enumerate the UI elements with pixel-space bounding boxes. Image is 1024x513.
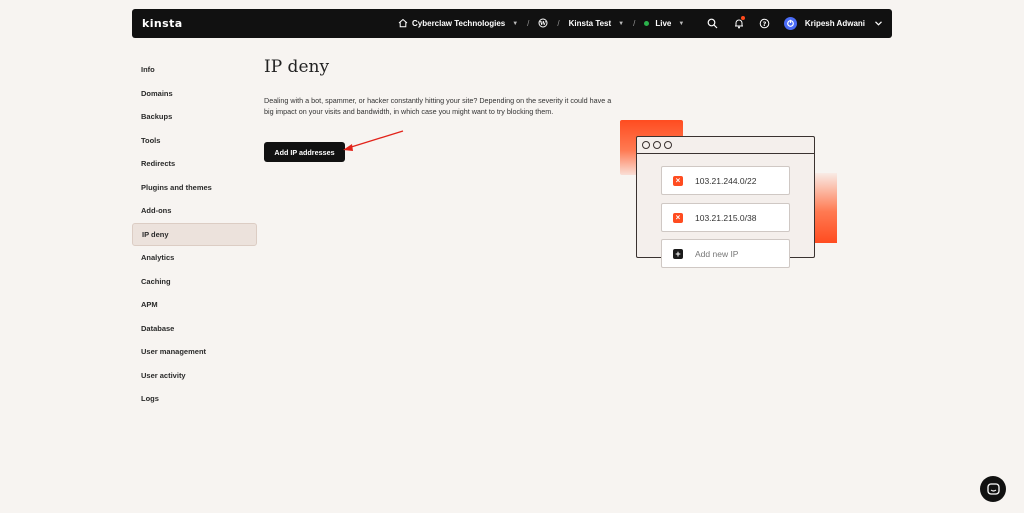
window-dot-icon xyxy=(653,141,661,149)
sidebar-item-user-activity[interactable]: User activity xyxy=(132,364,257,388)
svg-text:?: ? xyxy=(763,20,767,28)
chat-icon xyxy=(986,482,1000,495)
user-name[interactable]: Kripesh Adwani xyxy=(805,19,865,28)
sidebar-item-redirects[interactable]: Redirects xyxy=(132,152,257,176)
close-icon: × xyxy=(673,175,683,186)
sidebar-item-info[interactable]: Info xyxy=(132,58,257,82)
window-dot-icon xyxy=(642,141,650,149)
company-name: Cyberclaw Technologies xyxy=(412,19,506,28)
decorative-gradient-block xyxy=(813,173,837,243)
sidebar-item-plugins-and-themes[interactable]: Plugins and themes xyxy=(132,176,257,200)
sidebar-item-domains[interactable]: Domains xyxy=(132,82,257,106)
breadcrumb-separator: / xyxy=(557,19,560,28)
sidebar-item-analytics[interactable]: Analytics xyxy=(132,246,257,270)
sidebar: Info Domains Backups Tools Redirects Plu… xyxy=(132,58,257,411)
breadcrumb-separator: / xyxy=(633,19,636,28)
wordpress-button[interactable]: W xyxy=(538,18,548,30)
breadcrumb-separator: / xyxy=(527,19,530,28)
chevron-down-icon[interactable] xyxy=(875,19,882,28)
top-navigation-bar: kinsta Cyberclaw Technologies ▼ / W / Ki… xyxy=(132,9,892,38)
illustration-ip-row: × 103.21.215.0/38 xyxy=(661,203,790,232)
live-status-dot xyxy=(644,21,650,26)
site-selector[interactable]: Kinsta Test ▼ xyxy=(569,19,624,28)
wordpress-icon: W xyxy=(538,18,548,30)
chat-support-button[interactable] xyxy=(980,476,1006,502)
chevron-down-icon: ▼ xyxy=(512,20,519,27)
sidebar-item-add-ons[interactable]: Add-ons xyxy=(132,199,257,223)
sidebar-item-database[interactable]: Database xyxy=(132,317,257,341)
red-arrow-annotation xyxy=(343,130,404,151)
sidebar-item-backups[interactable]: Backups xyxy=(132,105,257,129)
breadcrumb: Cyberclaw Technologies ▼ / W / Kinsta Te… xyxy=(398,9,684,38)
window-dot-icon xyxy=(664,141,672,149)
notification-dot xyxy=(740,16,745,20)
illustration-ip-row: × 103.21.244.0/22 xyxy=(661,166,790,195)
page-description: Dealing with a bot, spammer, or hacker c… xyxy=(264,96,612,116)
sidebar-item-ip-deny[interactable]: IP deny xyxy=(132,222,257,246)
illustration-add-new-row: + Add new IP xyxy=(661,239,790,268)
site-name: Kinsta Test xyxy=(568,19,612,28)
environment-name: Live xyxy=(655,19,672,28)
page-title: IP deny xyxy=(264,57,330,77)
svg-text:W: W xyxy=(539,21,547,27)
kinsta-logo[interactable]: kinsta xyxy=(142,17,183,30)
environment-selector[interactable]: Live ▼ xyxy=(644,19,684,28)
illustration-add-new-text: Add new IP xyxy=(695,248,739,259)
bell-icon[interactable] xyxy=(726,16,752,29)
sidebar-item-logs[interactable]: Logs xyxy=(132,387,257,411)
window-titlebar xyxy=(637,137,814,154)
company-selector[interactable]: Cyberclaw Technologies ▼ xyxy=(398,18,518,30)
search-icon[interactable] xyxy=(700,18,726,29)
sidebar-item-tools[interactable]: Tools xyxy=(132,129,257,153)
help-icon[interactable]: ? xyxy=(752,18,778,29)
ip-deny-illustration: × 103.21.244.0/22 × 103.21.215.0/38 + Ad… xyxy=(615,115,845,275)
sidebar-item-user-management[interactable]: User management xyxy=(132,340,257,364)
sidebar-item-caching[interactable]: Caching xyxy=(132,270,257,294)
user-avatar-icon[interactable] xyxy=(783,17,797,30)
topbar-actions: ? Kripesh Adwani xyxy=(700,9,882,38)
browser-window-graphic: × 103.21.244.0/22 × 103.21.215.0/38 + Ad… xyxy=(636,136,815,268)
plus-icon: + xyxy=(673,248,683,259)
chevron-down-icon: ▼ xyxy=(678,20,685,27)
close-icon: × xyxy=(673,212,683,223)
chevron-down-icon: ▼ xyxy=(618,20,625,27)
add-ip-addresses-button[interactable]: Add IP addresses xyxy=(264,142,345,162)
sidebar-item-apm[interactable]: APM xyxy=(132,293,257,317)
illustration-ip-text: 103.21.215.0/38 xyxy=(695,212,757,223)
illustration-ip-text: 103.21.244.0/22 xyxy=(695,175,757,186)
home-icon xyxy=(398,18,408,30)
